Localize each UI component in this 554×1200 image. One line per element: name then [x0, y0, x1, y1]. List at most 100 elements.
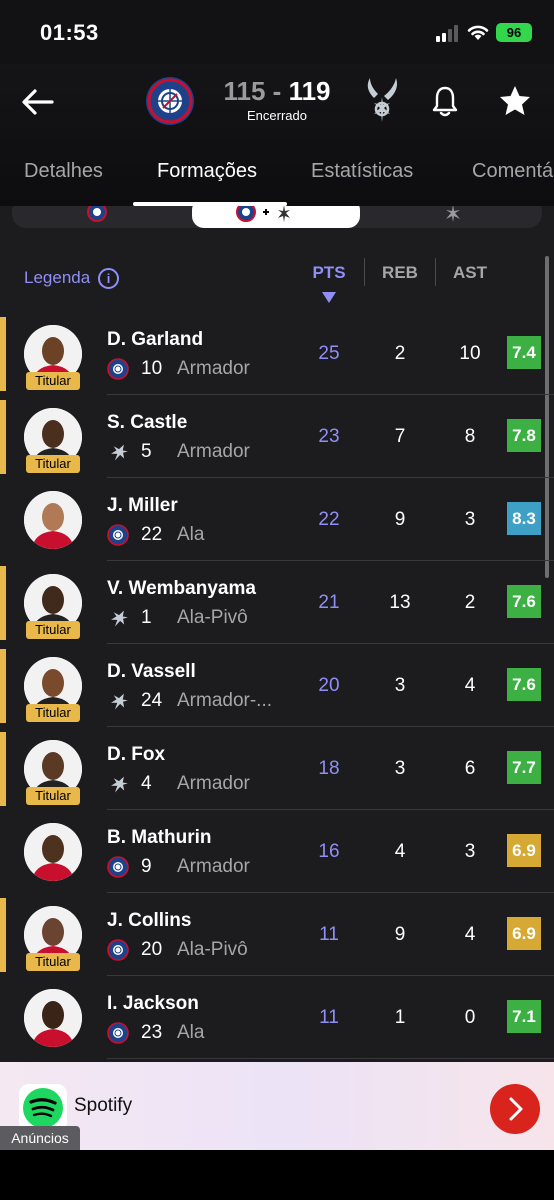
points-value: 11 [319, 924, 339, 945]
bell-icon[interactable] [428, 84, 462, 118]
starter-indicator [0, 898, 6, 972]
rating-badge: 7.7 [507, 751, 541, 784]
player-row[interactable]: J. Miller 22 Ala 22 9 3 8.3 [0, 478, 554, 561]
player-number: 4 [141, 773, 152, 794]
starter-badge: Titular [26, 704, 80, 722]
player-avatar[interactable] [24, 491, 82, 549]
rebounds-value: 2 [394, 343, 406, 364]
player-number: 9 [141, 856, 152, 877]
starter-indicator [0, 732, 6, 806]
rebounds-value: 9 [394, 924, 406, 945]
starter-badge: Titular [26, 621, 80, 639]
match-header: 115 - 119 Encerrado Detalhes Formações E… [0, 64, 554, 206]
rebounds-value: 7 [394, 426, 406, 447]
assists-value: 6 [464, 758, 476, 779]
rebounds-value: 3 [394, 758, 406, 779]
rating-badge: 7.8 [507, 419, 541, 452]
tab-bar: Detalhes Formações Estatísticas Comentá [0, 156, 554, 206]
assists-value: 3 [464, 509, 476, 530]
points-value: 11 [319, 1007, 339, 1028]
column-header-pts[interactable]: PTS [299, 263, 359, 283]
starter-indicator [0, 566, 6, 640]
player-name: D. Vassell [107, 661, 196, 682]
rating-badge: 6.9 [507, 834, 541, 867]
spotify-logo [19, 1084, 67, 1132]
info-icon[interactable]: i [98, 268, 119, 289]
points-value: 20 [318, 675, 340, 696]
tab-comentarios[interactable]: Comentá [472, 160, 553, 183]
player-avatar[interactable] [24, 989, 82, 1047]
legend-link[interactable]: Legenda [24, 268, 90, 288]
status-bar: 01:53 96 [0, 0, 554, 64]
clippers-team-icon [107, 358, 129, 380]
wifi-icon [467, 25, 489, 40]
player-row[interactable]: Titular V. Wembanyama 1 Ala-Pivô 21 13 2 7.6 [0, 561, 554, 644]
ad-label: Anúncios [0, 1126, 80, 1150]
ad-banner[interactable]: Spotify Anúncios [0, 1062, 554, 1150]
assists-value: 10 [459, 343, 481, 364]
player-name: B. Mathurin [107, 827, 212, 848]
spurs-team-icon [110, 444, 128, 461]
player-name: D. Fox [107, 744, 166, 765]
tab-detalhes[interactable]: Detalhes [24, 160, 103, 183]
points-value: 18 [318, 758, 340, 779]
starter-badge: Titular [26, 455, 80, 473]
player-name: V. Wembanyama [107, 578, 256, 599]
star-icon[interactable] [497, 83, 533, 119]
spotify-icon [23, 1088, 63, 1128]
assists-value: 8 [464, 426, 476, 447]
player-position: Armador [177, 856, 250, 877]
spurs-logo[interactable] [360, 76, 404, 126]
player-row[interactable]: Titular D. Garland 10 Armador 25 2 10 7.4 [0, 312, 554, 395]
both-teams-icon [236, 206, 290, 222]
rebounds-value: 3 [394, 675, 406, 696]
player-row[interactable]: Titular J. Collins 20 Ala-Pivô 11 9 4 6.9 [0, 893, 554, 976]
player-number: 24 [141, 690, 163, 711]
clippers-team-icon [107, 1022, 129, 1044]
clippers-team-icon [107, 939, 129, 961]
rebounds-value: 13 [389, 592, 411, 613]
column-divider [364, 258, 365, 286]
player-row[interactable]: B. Mathurin 9 Armador 16 4 3 6.9 [0, 810, 554, 893]
home-score: 115 [223, 76, 266, 106]
team-filter-segmented [12, 206, 542, 228]
column-header-ast[interactable]: AST [440, 263, 500, 283]
back-arrow-icon[interactable] [18, 82, 58, 122]
player-row[interactable]: Titular D. Fox 4 Armador 18 3 6 7.7 [0, 727, 554, 810]
starter-badge: Titular [26, 372, 80, 390]
rating-badge: 7.1 [507, 1000, 541, 1033]
match-score: 115 - 119 [214, 76, 340, 107]
clippers-team-icon [107, 856, 129, 878]
rebounds-value: 4 [394, 841, 406, 862]
points-value: 22 [318, 509, 340, 530]
player-name: I. Jackson [107, 993, 199, 1014]
lineup-stats-panel: Legenda i PTS REB AST Titular D. Garland 1… [0, 206, 554, 1062]
clippers-filter-icon[interactable] [84, 206, 110, 222]
rating-badge: 7.6 [507, 585, 541, 618]
assists-value: 4 [464, 675, 476, 696]
player-position: Armador [177, 358, 250, 379]
cellular-signal-icon [436, 24, 462, 42]
rebounds-value: 1 [394, 1007, 406, 1028]
player-row[interactable]: Titular S. Castle 5 Armador 23 7 8 7.8 [0, 395, 554, 478]
tab-estatisticas[interactable]: Estatísticas [311, 160, 413, 183]
column-header-reb[interactable]: REB [370, 263, 430, 283]
spurs-team-icon [110, 776, 128, 793]
player-row[interactable]: Titular D. Vassell 24 Armador-... 20 3 4 7.6 [0, 644, 554, 727]
score-separator: - [272, 76, 282, 106]
player-number: 10 [141, 358, 163, 379]
spurs-filter-icon[interactable] [440, 206, 466, 222]
player-number: 20 [141, 939, 163, 960]
tab-formacoes[interactable]: Formações [157, 160, 257, 183]
points-value: 23 [318, 426, 340, 447]
rebounds-value: 9 [394, 509, 406, 530]
chevron-right-icon [509, 1097, 523, 1121]
starter-indicator [0, 317, 6, 391]
assists-value: 3 [464, 841, 476, 862]
player-avatar[interactable] [24, 823, 82, 881]
player-number: 5 [141, 441, 152, 462]
both-teams-filter[interactable] [192, 206, 360, 228]
player-row[interactable]: I. Jackson 23 Ala 11 1 0 7.1 [0, 976, 554, 1059]
ad-open-button[interactable] [490, 1084, 540, 1134]
clippers-logo[interactable] [145, 76, 195, 126]
